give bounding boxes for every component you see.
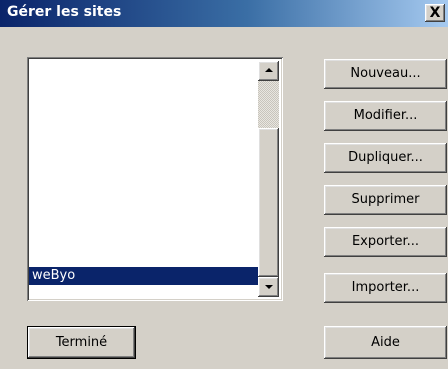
help-button[interactable]: Aide	[324, 326, 447, 359]
title-bar[interactable]: Gérer les sites X	[0, 0, 448, 27]
scroll-down-button[interactable]	[258, 277, 279, 297]
duplicate-button[interactable]: Dupliquer...	[324, 143, 447, 173]
scroll-thumb[interactable]	[258, 128, 279, 277]
sites-listbox[interactable]: weByo	[27, 57, 283, 301]
arrow-up-icon	[265, 68, 273, 72]
window-title: Gérer les sites	[7, 4, 122, 20]
delete-button[interactable]: Supprimer	[324, 185, 447, 215]
modify-button[interactable]: Modifier...	[324, 101, 447, 131]
arrow-down-icon	[265, 285, 273, 289]
scroll-up-button[interactable]	[258, 61, 279, 81]
vertical-scrollbar[interactable]	[258, 61, 279, 297]
new-button[interactable]: Nouveau...	[324, 59, 447, 89]
close-button[interactable]: X	[425, 4, 445, 22]
export-button[interactable]: Exporter...	[324, 227, 447, 257]
done-button[interactable]: Terminé	[27, 326, 136, 359]
import-button[interactable]: Importer...	[324, 273, 447, 303]
list-item[interactable]: weByo	[29, 267, 262, 285]
